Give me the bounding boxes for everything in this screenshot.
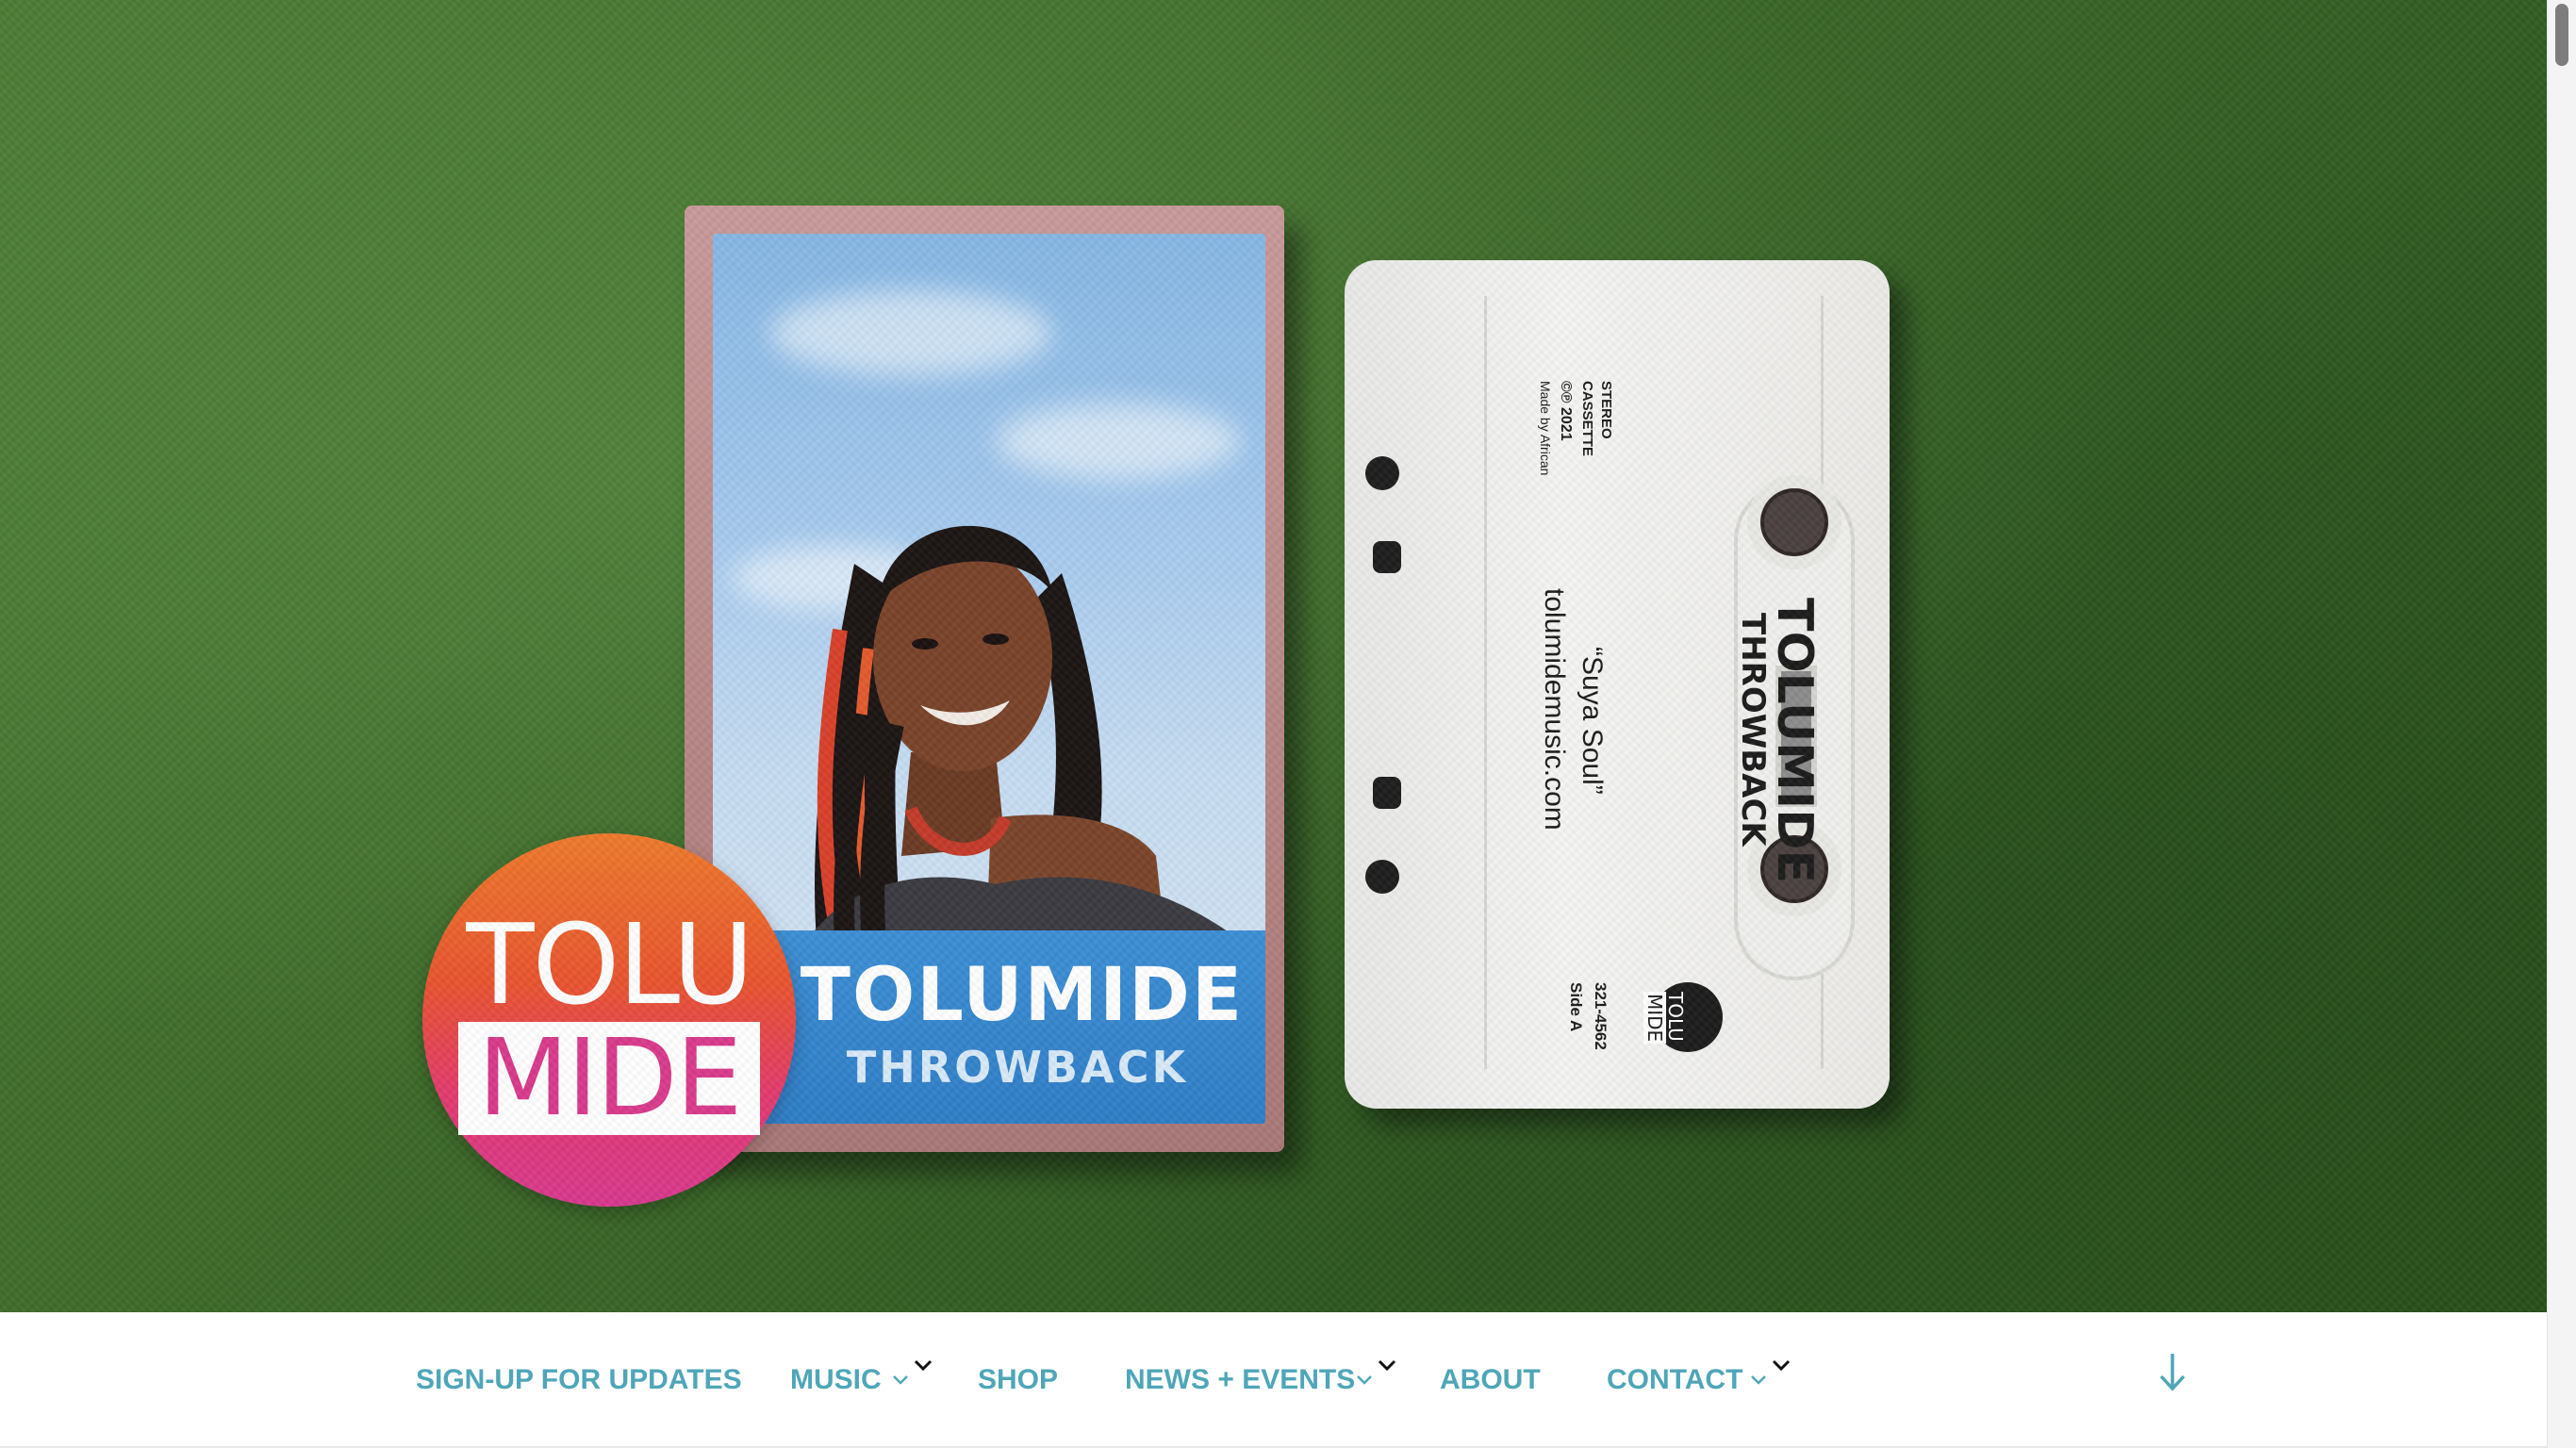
tape-hole bbox=[1373, 777, 1401, 809]
chevron-down-icon[interactable] bbox=[891, 1373, 910, 1386]
tape-hole bbox=[1365, 860, 1399, 894]
tape-mini-logo-top: TOLU bbox=[1664, 992, 1687, 1042]
tape-song-title: “Suya Soul” bbox=[1577, 647, 1608, 795]
tape-reel bbox=[1747, 475, 1841, 569]
arrow-down-icon[interactable] bbox=[2154, 1348, 2191, 1395]
tape-website: tolumidemusic.com bbox=[1539, 588, 1570, 831]
tape-mini-logo: TOLU MIDE bbox=[1643, 982, 1723, 1052]
tape-copyright: ©℗ 2021 bbox=[1558, 381, 1574, 441]
tape-brand-title: TOLUMIDE bbox=[1766, 598, 1823, 883]
cloud bbox=[769, 290, 1052, 375]
tape-catalog-number: 321-4562 bbox=[1592, 982, 1610, 1050]
tape-stereo-line1: STEREO bbox=[1598, 381, 1614, 439]
main-navigation: SIGN-UP FOR UPDATES MUSIC SHOP NEWS + EV… bbox=[0, 1312, 2547, 1448]
chevron-down-icon[interactable] bbox=[1377, 1358, 1397, 1373]
logo-text-bottom: MIDE bbox=[458, 1022, 760, 1135]
page: TOLUMIDE THROWBACK TOLUMIDE THROWBACK “S… bbox=[0, 0, 2576, 1448]
vertical-scrollbar[interactable] bbox=[2547, 0, 2576, 1448]
tape-hole bbox=[1373, 541, 1401, 573]
tape-mini-logo-bottom: MIDE bbox=[1643, 992, 1666, 1045]
nav-item-shop[interactable]: SHOP bbox=[978, 1354, 1058, 1407]
tape-label: TOLUMIDE THROWBACK “Suya Soul” tolumidem… bbox=[1484, 296, 1855, 1069]
nav-item-news-events[interactable]: NEWS + EVENTS bbox=[1125, 1354, 1355, 1407]
cassette-tape: TOLUMIDE THROWBACK “Suya Soul” tolumidem… bbox=[1345, 260, 1890, 1109]
tape-hole bbox=[1365, 456, 1399, 490]
tape-stereo-line2: CASSETTE bbox=[1579, 381, 1595, 457]
scrollbar-thumb[interactable] bbox=[2555, 4, 2568, 66]
nav-item-sign-up[interactable]: SIGN-UP FOR UPDATES bbox=[416, 1354, 742, 1407]
chevron-down-icon[interactable] bbox=[1771, 1358, 1792, 1373]
logo-text-top: TOLU bbox=[466, 899, 753, 1029]
album-subtitle: THROWBACK bbox=[846, 1042, 1189, 1093]
tape-side: Side A bbox=[1567, 982, 1585, 1032]
tape-made-by: Made by African bbox=[1538, 381, 1553, 476]
nav-item-about[interactable]: ABOUT bbox=[1440, 1354, 1541, 1407]
chevron-down-icon[interactable] bbox=[913, 1358, 933, 1373]
tape-brand-subtitle: THROWBACK bbox=[1734, 613, 1772, 847]
chevron-down-icon[interactable] bbox=[1355, 1373, 1374, 1386]
chevron-down-icon[interactable] bbox=[1749, 1373, 1768, 1386]
hero-image: TOLUMIDE THROWBACK TOLUMIDE THROWBACK “S… bbox=[0, 0, 2547, 1312]
site-logo[interactable]: TOLU MIDE bbox=[422, 833, 796, 1207]
nav-item-music[interactable]: MUSIC bbox=[790, 1354, 882, 1407]
nav-item-contact[interactable]: CONTACT bbox=[1607, 1354, 1742, 1407]
